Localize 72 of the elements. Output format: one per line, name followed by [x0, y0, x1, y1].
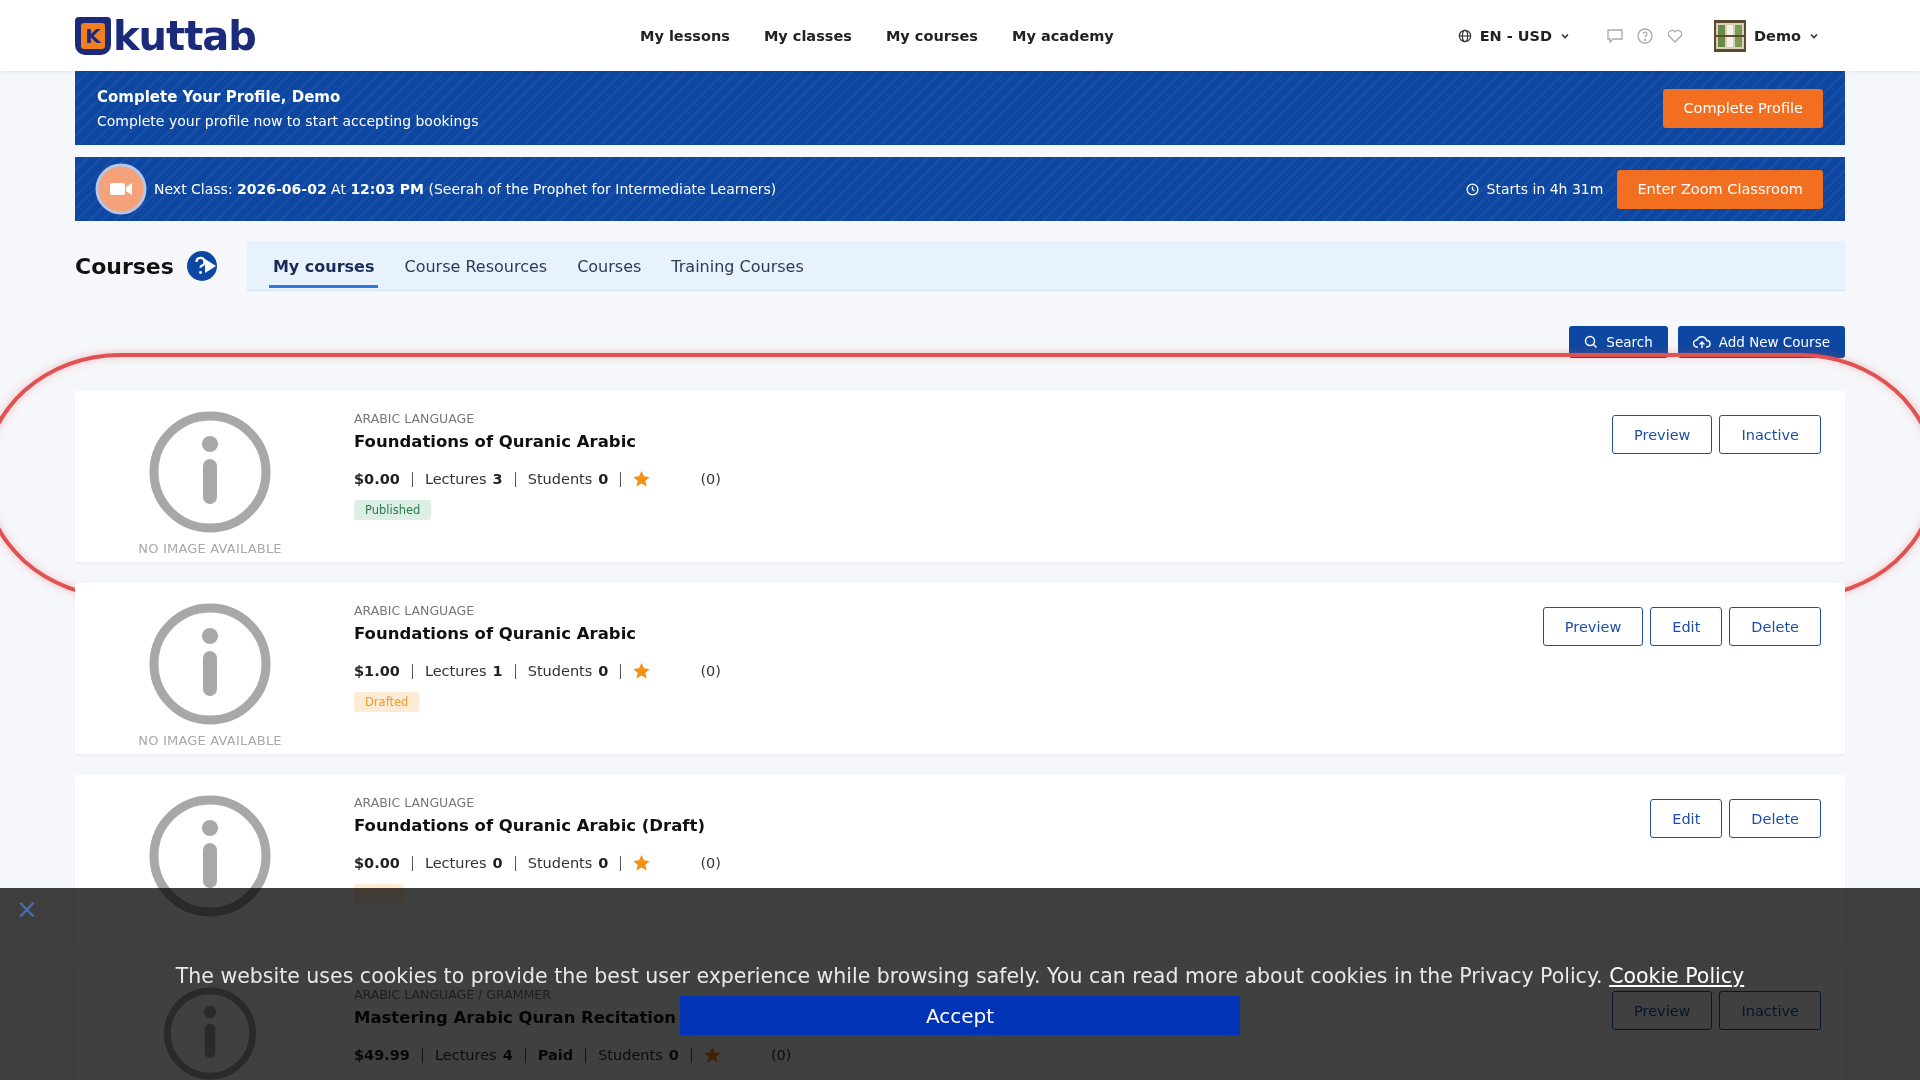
course-action-button[interactable]: Preview [1542, 607, 1644, 646]
stat-value: 0 [598, 471, 609, 487]
logo[interactable]: K kuttab [75, 12, 256, 59]
course-price: $1.00 [354, 663, 400, 679]
user-menu[interactable]: Demo [1708, 18, 1825, 53]
logo-mark: K [75, 16, 111, 55]
star-icon [633, 663, 651, 679]
stat-label: Lectures [424, 663, 487, 679]
rating-count: (0) [700, 855, 721, 871]
cloud-upload-icon [1692, 335, 1711, 349]
banner-text: Complete your profile now to start accepting bookings [97, 112, 479, 129]
course-title: Foundations of Quranic Arabic [354, 624, 637, 643]
rating-count: (0) [700, 471, 721, 487]
course-action-button[interactable]: Edit [1650, 799, 1723, 838]
stat-value: 3 [492, 471, 503, 487]
course-title: Mastering Arabic Quran Recitation [354, 1008, 677, 1027]
next-class-text: Next Class: 2026-06-02 At 12:03 PM (Seerah of the Prophet for Intermediate Learners) [154, 181, 777, 197]
stat-label: Students [527, 471, 593, 487]
course-action-button[interactable]: Inactive [1719, 415, 1821, 454]
stat-value: 0 [668, 1047, 679, 1063]
language-currency-selector[interactable]: EN - USD [1451, 26, 1577, 45]
stat-value: 0 [598, 663, 609, 679]
banner-title: Complete Your Profile, Demo [97, 87, 342, 106]
cookie-text: The website uses cookies to provide the best user experience while browsing safely. You can read more about cookies in the Privacy Policy. Cookie Policy [175, 964, 1745, 988]
countdown-text: Starts in 4h 31m [1486, 181, 1604, 197]
accept-button[interactable]: Accept [680, 996, 1240, 1035]
tab[interactable]: Courses [573, 244, 646, 288]
course-price: $49.99 [354, 1047, 410, 1063]
course-action-button[interactable]: Delete [1729, 607, 1821, 646]
tab[interactable]: My courses [268, 244, 379, 288]
stat-value: 0 [598, 855, 609, 871]
course-category: ARABIC LANGUAGE [354, 795, 475, 810]
tab[interactable]: Training Courses [667, 244, 808, 288]
stat-label: Students [527, 855, 593, 871]
search-icon [1584, 335, 1599, 349]
cookie-policy-link[interactable]: Cookie Policy [1609, 964, 1745, 988]
nav-link[interactable]: My academy [1011, 27, 1114, 44]
star-icon [633, 471, 651, 487]
clock-icon [1465, 182, 1479, 196]
status-badge: Published [354, 500, 432, 520]
course-action-button[interactable]: Preview [1612, 415, 1713, 454]
course-category: ARABIC LANGUAGE [354, 603, 475, 618]
stat-label: Lectures [424, 471, 487, 487]
status-badge: Drafted [354, 692, 420, 712]
info-icon [149, 603, 271, 725]
nav-link[interactable]: My courses [885, 27, 978, 44]
nav-link[interactable]: My lessons [639, 27, 730, 44]
help-icon[interactable] [1636, 26, 1655, 45]
tab[interactable]: Course Resources [400, 244, 552, 288]
course-title: Foundations of Quranic Arabic (Draft) [354, 816, 705, 835]
pricing-type: Paid [537, 1047, 574, 1063]
stat-value: 1 [492, 663, 503, 679]
info-icon [149, 411, 271, 533]
course-action-button[interactable]: Edit [1650, 607, 1723, 646]
page-title: Courses [75, 253, 174, 279]
rating-count: (0) [700, 663, 721, 679]
stat-value: 4 [502, 1047, 513, 1063]
globe-icon [1457, 28, 1472, 43]
course-price: $0.00 [354, 855, 400, 871]
video-camera-icon [95, 163, 147, 215]
no-image-text: NO IMAGE AVAILABLE [138, 733, 282, 748]
chat-icon[interactable] [1606, 26, 1625, 45]
star-icon [633, 855, 651, 871]
course-title: Foundations of Quranic Arabic [354, 432, 637, 451]
nav-link[interactable]: My classes [763, 27, 852, 44]
stat-label: Students [527, 663, 593, 679]
stat-label: Lectures [424, 855, 487, 871]
course-action-button[interactable]: Delete [1729, 799, 1821, 838]
stat-value: 0 [492, 855, 503, 871]
no-image-text: NO IMAGE AVAILABLE [138, 541, 282, 556]
course-category: ARABIC LANGUAGE [354, 411, 475, 426]
course-price: $0.00 [354, 471, 400, 487]
